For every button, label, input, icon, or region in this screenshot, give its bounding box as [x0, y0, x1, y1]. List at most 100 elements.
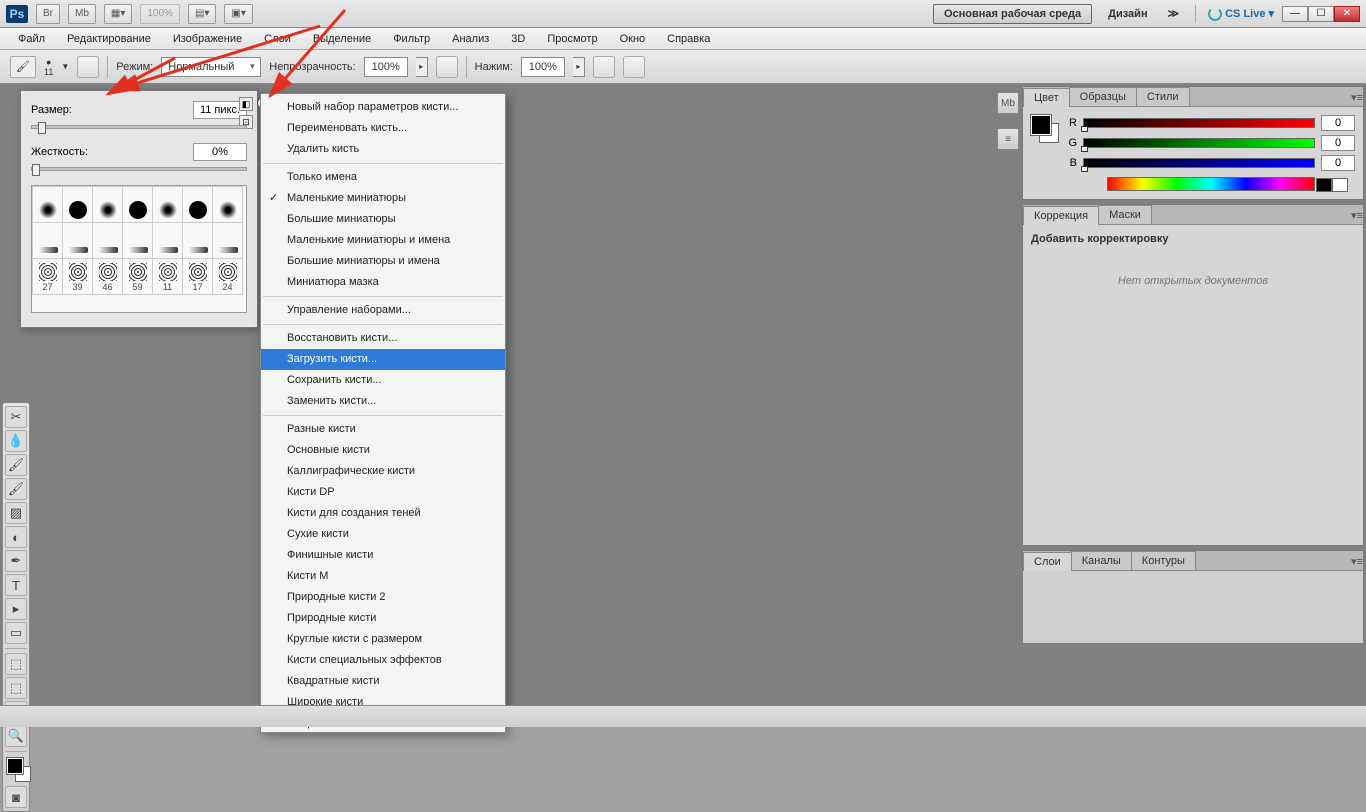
tab-styles[interactable]: Стили — [1136, 87, 1190, 106]
minibridge-button[interactable]: Mb — [68, 4, 96, 24]
brush-thumbnails[interactable]: 27394659111724 — [31, 185, 247, 313]
minimize-button[interactable]: — — [1282, 6, 1308, 22]
menu-item[interactable]: Загрузить кисти... — [261, 349, 505, 370]
crop-tool[interactable]: ✂ — [5, 406, 27, 428]
type-tool[interactable]: T — [5, 574, 27, 596]
menu-item[interactable]: Кисти M — [261, 566, 505, 587]
panel-menu-icon[interactable]: ▾≡ — [1347, 89, 1363, 106]
menu-Редактирование[interactable]: Редактирование — [57, 30, 161, 48]
menu-item[interactable]: Восстановить кисти... — [261, 328, 505, 349]
airbrush-toggle[interactable] — [593, 56, 615, 78]
menu-item[interactable]: Удалить кисть — [261, 139, 505, 160]
menu-item[interactable]: Переименовать кисть... — [261, 118, 505, 139]
opacity-value[interactable]: 100% — [364, 57, 408, 77]
brush-thumb[interactable]: 59 — [123, 259, 153, 295]
menu-Файл[interactable]: Файл — [8, 30, 55, 48]
workspace-design[interactable]: Дизайн — [1100, 4, 1155, 24]
pen-tool[interactable]: ✒ — [5, 550, 27, 572]
minibridge-tray-icon[interactable]: Mb — [997, 92, 1019, 114]
view-extras-button[interactable]: ▦▾ — [104, 4, 132, 24]
tab-color[interactable]: Цвет — [1023, 88, 1070, 107]
flow-flyout-icon[interactable]: ▸ — [573, 57, 585, 77]
tab-paths[interactable]: Контуры — [1131, 551, 1196, 570]
g-value[interactable]: 0 — [1321, 135, 1355, 151]
menu-item[interactable]: Кисти DP — [261, 482, 505, 503]
history-tray-icon[interactable]: ≡ — [997, 128, 1019, 150]
dodge-tool[interactable]: ◐ — [5, 526, 27, 548]
dropdown-icon[interactable]: ▼ — [61, 62, 69, 71]
menu-item[interactable]: Квадратные кисти — [261, 671, 505, 692]
brush-thumb[interactable]: 24 — [213, 259, 243, 295]
eyedropper-tool[interactable]: 💧 — [5, 430, 27, 452]
flow-value[interactable]: 100% — [521, 57, 565, 77]
menu-item[interactable]: Сухие кисти — [261, 524, 505, 545]
new-preset-icon[interactable]: ◧ — [239, 97, 253, 111]
menu-item[interactable]: Миниатюра мазка — [261, 272, 505, 293]
menu-item[interactable]: Заменить кисти... — [261, 391, 505, 412]
menu-item[interactable]: Финишные кисти — [261, 545, 505, 566]
foreground-color-icon[interactable] — [7, 758, 23, 774]
brush-thumb[interactable]: 39 — [63, 259, 93, 295]
menu-item[interactable]: Разные кисти — [261, 419, 505, 440]
panel-menu-icon[interactable]: ▾≡ — [1347, 553, 1363, 570]
menu-item[interactable]: Кисти для создания теней — [261, 503, 505, 524]
r-slider[interactable] — [1083, 118, 1315, 128]
cs-live-button[interactable]: CS Live▾ — [1208, 7, 1274, 21]
brush-preset-picker[interactable]: • 11 — [44, 57, 53, 77]
zoom-tool[interactable]: 🔍 — [5, 725, 27, 747]
shape-tool[interactable]: ▭ — [5, 622, 27, 644]
r-value[interactable]: 0 — [1321, 115, 1355, 131]
brush-panel-toggle[interactable] — [77, 56, 99, 78]
menu-item[interactable]: Маленькие миниатюры — [261, 188, 505, 209]
menu-item[interactable]: Круглые кисти с размером — [261, 629, 505, 650]
b-value[interactable]: 0 — [1321, 155, 1355, 171]
menu-Выделение[interactable]: Выделение — [303, 30, 381, 48]
menu-Слои[interactable]: Слои — [254, 30, 301, 48]
menu-item[interactable]: Основные кисти — [261, 440, 505, 461]
menu-item[interactable]: Только имена — [261, 167, 505, 188]
workspace-switcher[interactable]: Основная рабочая среда — [933, 4, 1092, 24]
menu-Окно[interactable]: Окно — [610, 30, 656, 48]
g-slider[interactable] — [1083, 138, 1315, 148]
current-tool-icon[interactable]: 🖌 — [10, 56, 36, 78]
quickmask-toggle[interactable]: ◙ — [5, 786, 27, 808]
3d-camera-tool[interactable]: ⬚ — [5, 677, 27, 699]
size-pressure-toggle[interactable] — [623, 56, 645, 78]
color-swatches[interactable] — [5, 756, 27, 784]
zoom-level[interactable]: 100% — [140, 4, 180, 24]
menu-Фильтр[interactable]: Фильтр — [383, 30, 440, 48]
menu-item[interactable]: Природные кисти — [261, 608, 505, 629]
spectrum-ramp[interactable] — [1107, 177, 1315, 191]
close-button[interactable]: ✕ — [1334, 6, 1360, 22]
b-slider[interactable] — [1083, 158, 1315, 168]
history-brush-tool[interactable]: 🖌 — [5, 478, 27, 500]
menu-item[interactable]: Большие миниатюры — [261, 209, 505, 230]
menu-Анализ[interactable]: Анализ — [442, 30, 499, 48]
menu-3D[interactable]: 3D — [501, 30, 535, 48]
bridge-button[interactable]: Br — [36, 4, 60, 24]
panel-menu-icon[interactable]: ▾≡ — [1347, 207, 1363, 224]
3d-tool[interactable]: ⬚ — [5, 653, 27, 675]
menu-item[interactable]: Каллиграфические кисти — [261, 461, 505, 482]
arrange-docs-button[interactable]: ▤▾ — [188, 4, 216, 24]
menu-item[interactable]: Природные кисти 2 — [261, 587, 505, 608]
maximize-button[interactable]: ☐ — [1308, 6, 1334, 22]
gradient-tool[interactable]: ▨ — [5, 502, 27, 524]
brush-thumb[interactable]: 17 — [183, 259, 213, 295]
brush-thumb[interactable]: 11 — [153, 259, 183, 295]
opacity-flyout-icon[interactable]: ▸ — [416, 57, 428, 77]
brush-thumb[interactable]: 27 — [33, 259, 63, 295]
mode-select[interactable]: Нормальный — [161, 57, 261, 77]
menu-item[interactable]: Кисти специальных эффектов — [261, 650, 505, 671]
menu-item[interactable]: Новый набор параметров кисти... — [261, 97, 505, 118]
menu-item[interactable]: Маленькие миниатюры и имена — [261, 230, 505, 251]
size-slider[interactable] — [31, 125, 247, 129]
hardness-value[interactable]: 0% — [193, 143, 247, 161]
path-select-tool[interactable]: ▸ — [5, 598, 27, 620]
tab-channels[interactable]: Каналы — [1071, 551, 1132, 570]
menu-Справка[interactable]: Справка — [657, 30, 720, 48]
brush-tool[interactable]: 🖌 — [5, 454, 27, 476]
tab-adjustments[interactable]: Коррекция — [1023, 206, 1099, 225]
opacity-pressure-toggle[interactable] — [436, 56, 458, 78]
brush-thumb[interactable]: 46 — [93, 259, 123, 295]
